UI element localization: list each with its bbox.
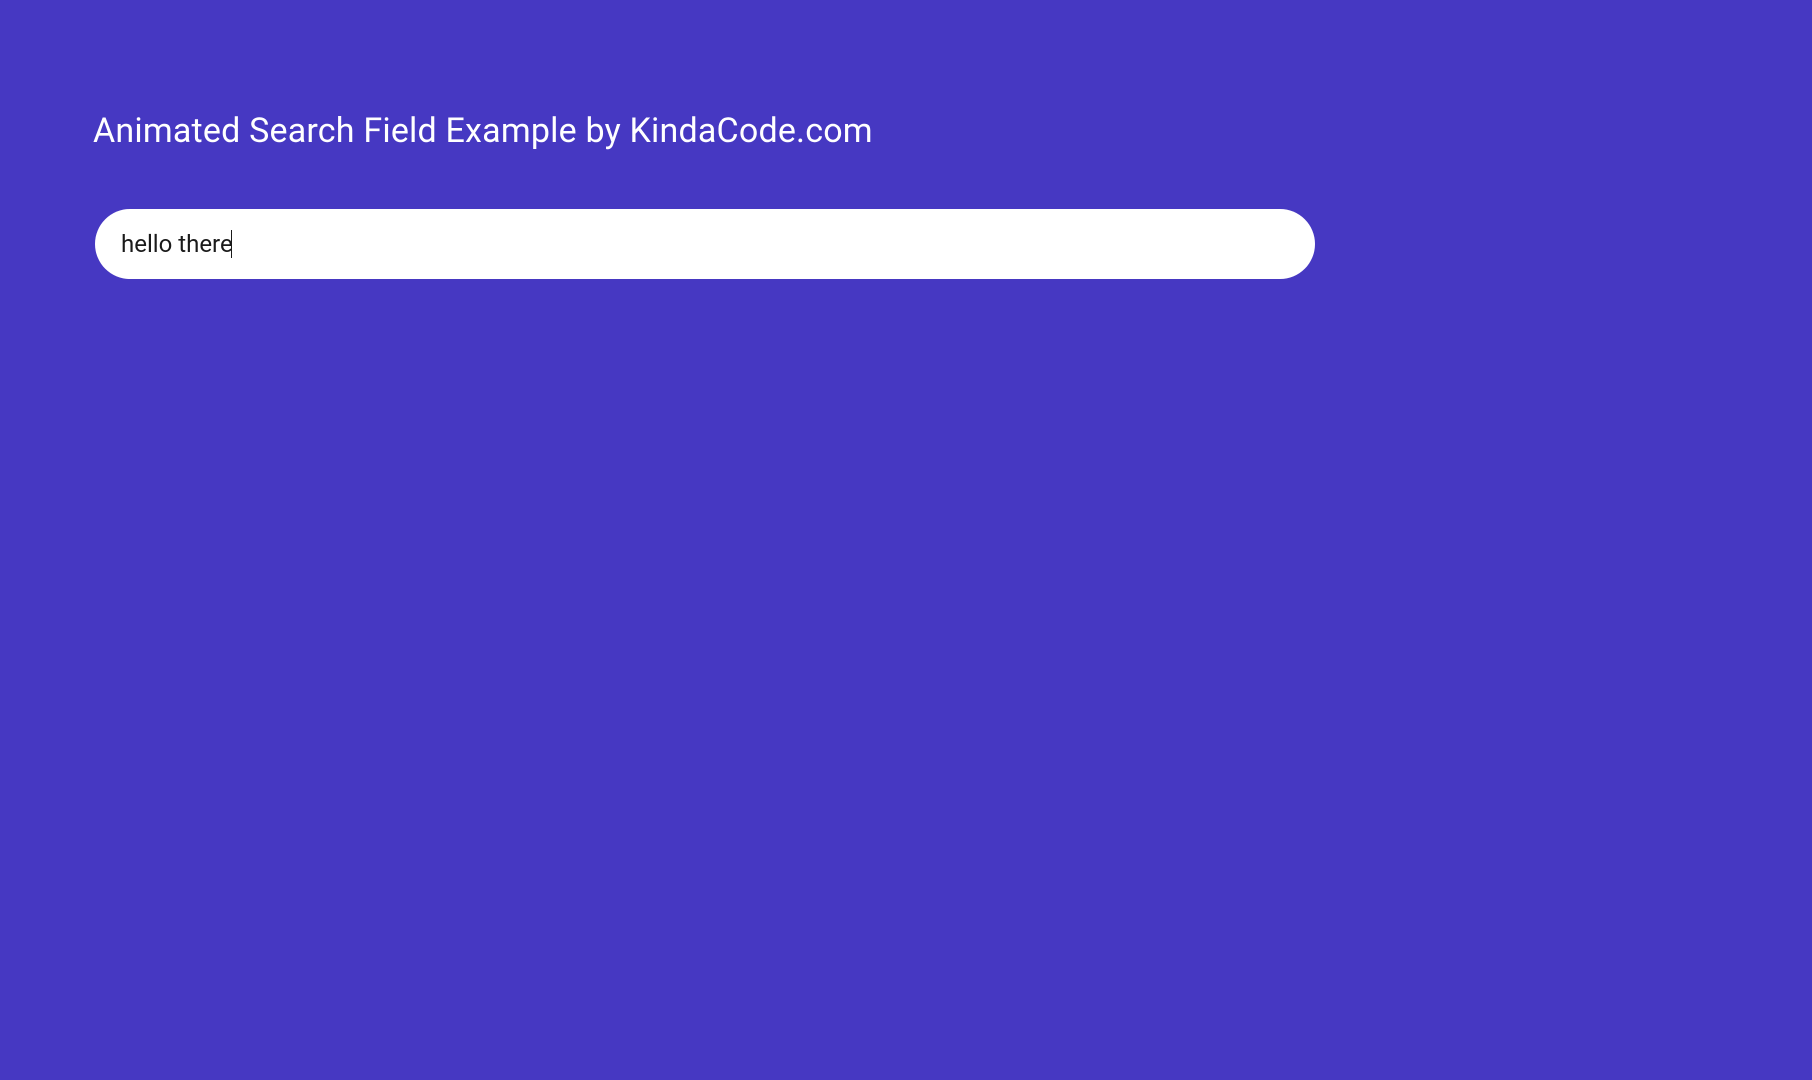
search-field-container[interactable]: hello there [95,209,1315,279]
search-input[interactable]: hello there [121,230,232,258]
search-input-value: hello there [121,230,233,258]
page-title: Animated Search Field Example by KindaCo… [93,111,873,151]
text-cursor [231,230,233,258]
main-container: Animated Search Field Example by KindaCo… [0,0,1409,840]
